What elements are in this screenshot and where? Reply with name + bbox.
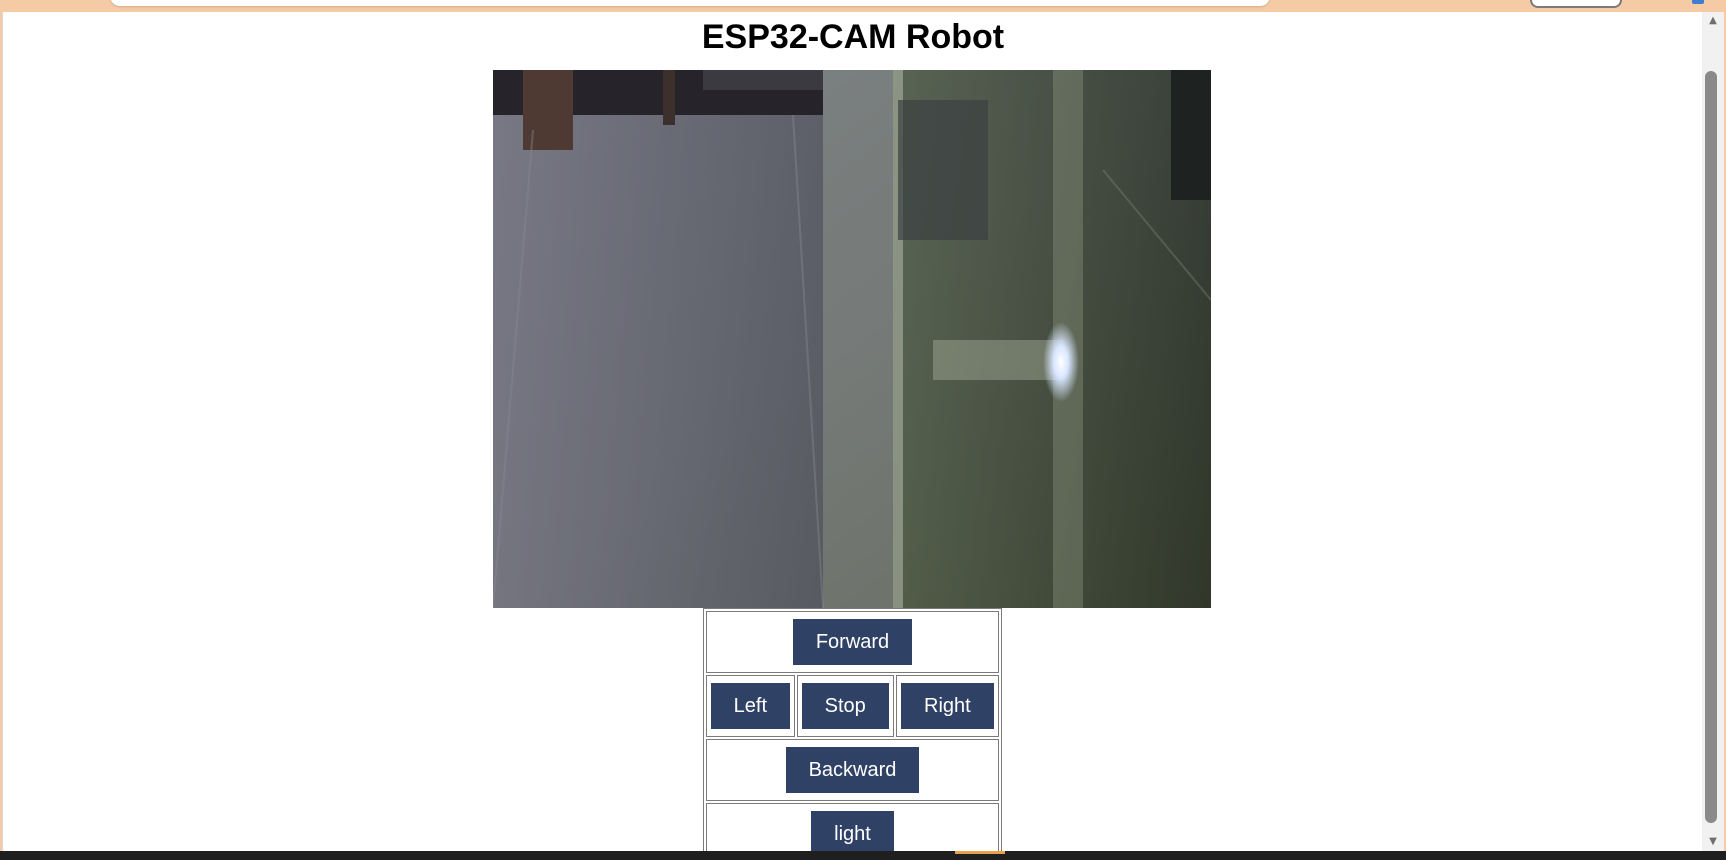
right-button[interactable]: Right	[901, 683, 994, 729]
backward-cell: Backward	[706, 739, 999, 801]
camera-stream	[493, 70, 1211, 608]
left-button[interactable]: Left	[710, 683, 790, 729]
light-cell: light	[706, 803, 999, 851]
backward-button[interactable]: Backward	[785, 747, 920, 793]
browser-corner-button[interactable]	[1530, 0, 1622, 8]
forward-cell: Forward	[706, 611, 999, 673]
control-table: Forward Left Stop Right Backward light	[703, 608, 1002, 851]
page-title: ESP32-CAM Robot	[701, 18, 1005, 56]
right-cell: Right	[895, 675, 999, 737]
forward-button[interactable]: Forward	[792, 619, 913, 665]
taskbar-active-indicator	[955, 851, 1005, 854]
left-cell: Left	[706, 675, 795, 737]
stop-cell: Stop	[796, 675, 894, 737]
taskbar-strip	[0, 851, 1726, 860]
page-viewport: ESP32-CAM Robot Forward Left Stop Right …	[2, 12, 1703, 851]
scroll-down-arrow-icon[interactable]: ▼	[1702, 833, 1724, 851]
scroll-up-arrow-icon[interactable]: ▲	[1702, 12, 1724, 30]
vertical-scrollbar[interactable]: ▲ ▼	[1702, 12, 1724, 851]
scroll-thumb[interactable]	[1705, 71, 1717, 823]
browser-address-bar[interactable]	[110, 0, 1270, 6]
light-button[interactable]: light	[811, 811, 894, 851]
browser-extension-icon[interactable]	[1692, 0, 1704, 4]
stop-button[interactable]: Stop	[801, 683, 889, 729]
